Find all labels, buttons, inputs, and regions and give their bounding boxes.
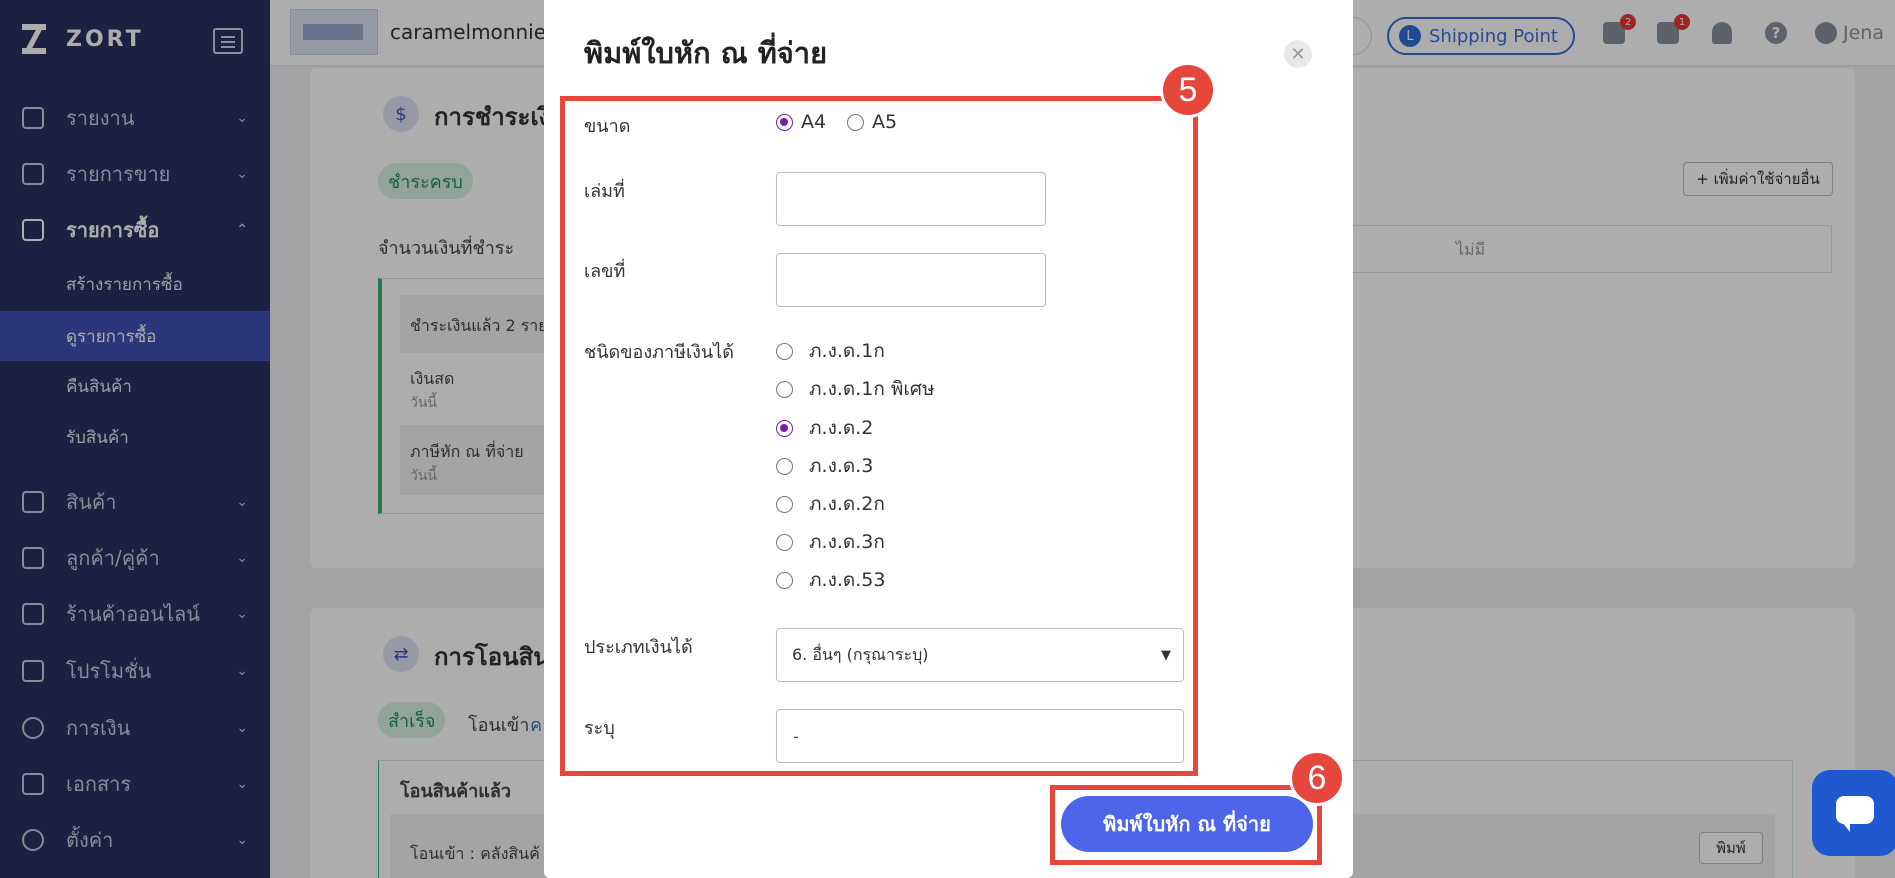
annotation-box-step-5	[560, 96, 1198, 776]
chat-bubble-icon	[1836, 796, 1874, 832]
live-chat-button[interactable]	[1812, 770, 1895, 856]
annotation-step-6: 6	[1289, 750, 1345, 806]
annotation-box-step-6	[1050, 785, 1322, 865]
annotation-step-5: 5	[1160, 62, 1216, 118]
modal-title: พิมพ์ใบหัก ณ ที่จ่าย	[584, 36, 828, 70]
close-icon[interactable]: ✕	[1284, 40, 1312, 68]
